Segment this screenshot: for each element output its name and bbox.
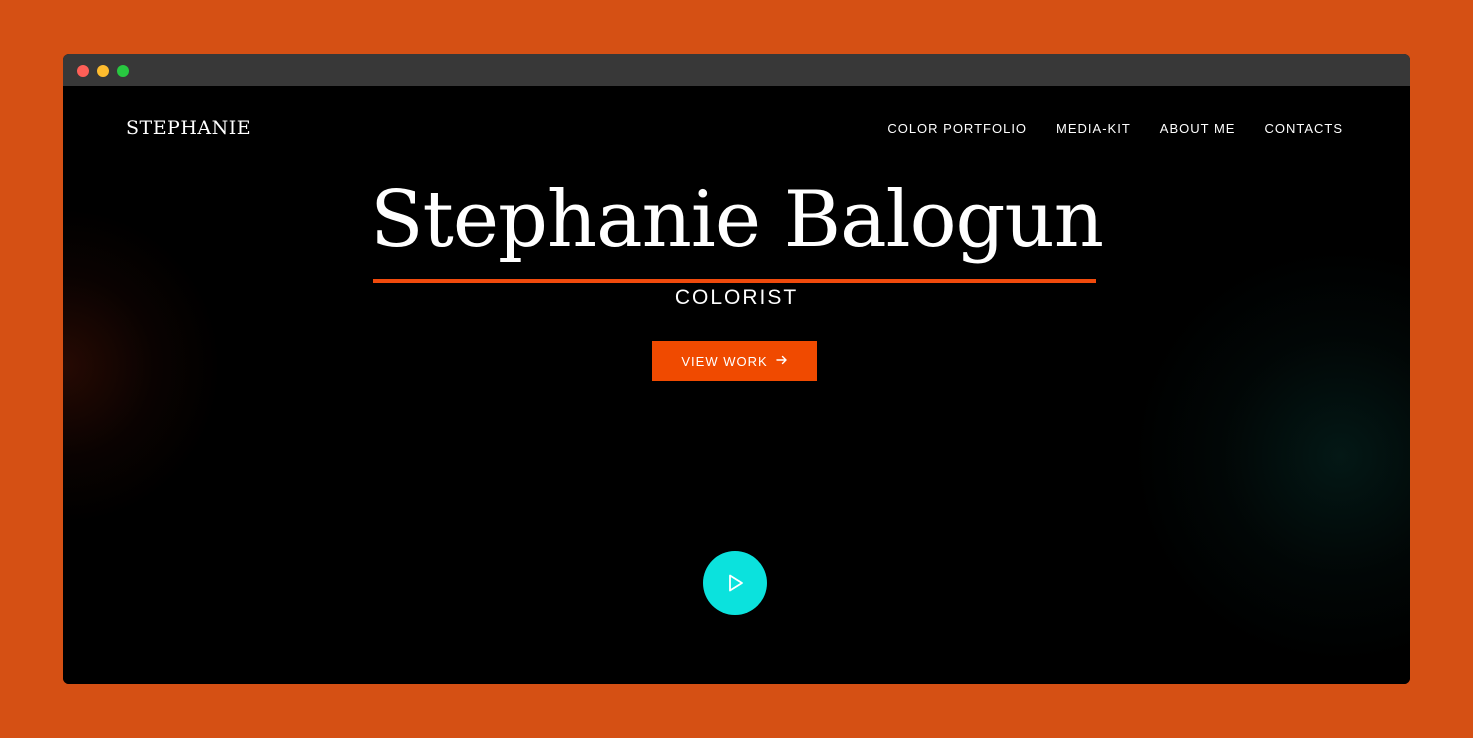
hero-title: Stephanie Balogun [370, 175, 1104, 265]
site-logo[interactable]: STEPHANIE [126, 117, 251, 139]
view-work-button[interactable]: VIEW WORK [652, 341, 817, 381]
main-nav: COLOR PORTFOLIO MEDIA-KIT ABOUT ME CONTA… [887, 121, 1343, 136]
nav-item-contacts[interactable]: CONTACTS [1264, 121, 1343, 136]
browser-window: STEPHANIE COLOR PORTFOLIO MEDIA-KIT ABOU… [63, 54, 1410, 684]
window-titlebar [63, 54, 1410, 86]
site-viewport: STEPHANIE COLOR PORTFOLIO MEDIA-KIT ABOU… [63, 86, 1410, 684]
hero-subtitle: COLORIST [674, 286, 799, 309]
view-work-label: VIEW WORK [681, 353, 768, 369]
play-icon [724, 572, 746, 594]
maximize-window-icon[interactable] [117, 65, 129, 77]
play-video-button[interactable] [703, 551, 767, 615]
arrow-right-icon [775, 353, 788, 369]
nav-item-about-me[interactable]: ABOUT ME [1160, 121, 1236, 136]
minimize-window-icon[interactable] [97, 65, 109, 77]
title-underline [373, 279, 1096, 283]
nav-item-color-portfolio[interactable]: COLOR PORTFOLIO [887, 121, 1027, 136]
close-window-icon[interactable] [77, 65, 89, 77]
nav-item-media-kit[interactable]: MEDIA-KIT [1056, 121, 1131, 136]
